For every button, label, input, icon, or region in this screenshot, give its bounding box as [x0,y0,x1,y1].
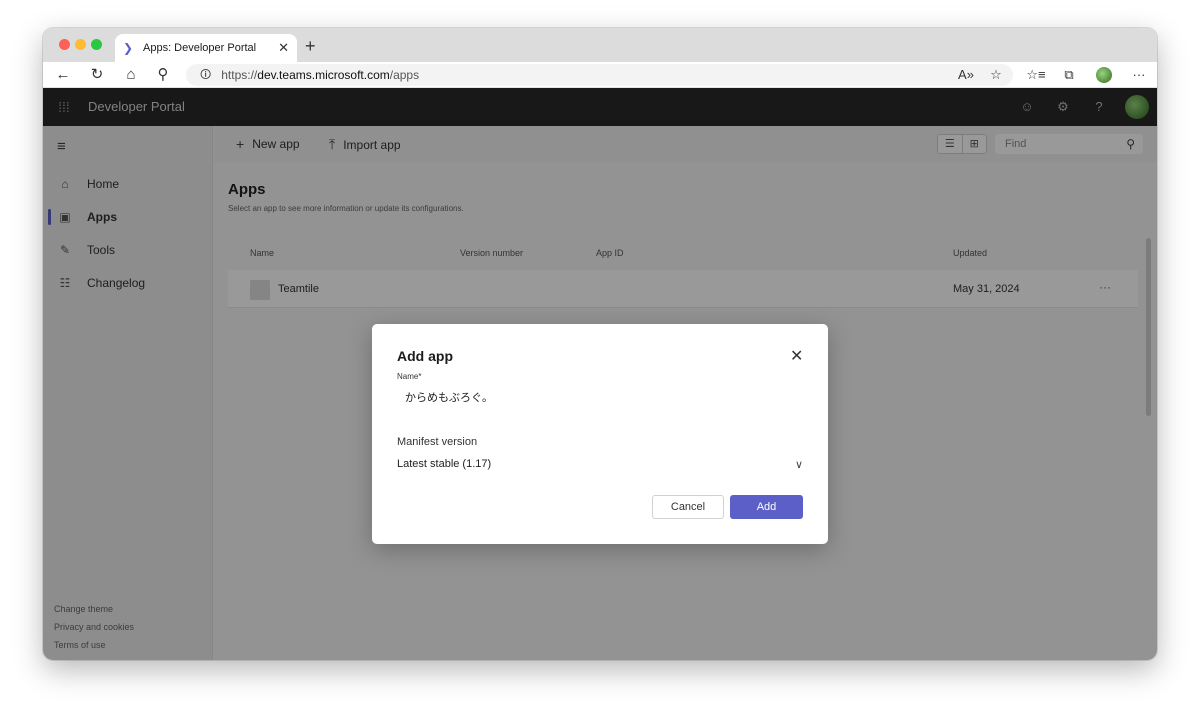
url-host: dev.teams.microsoft.com [257,68,390,82]
minimize-window-button[interactable] [75,39,86,50]
tab-title: Apps: Developer Portal [143,42,257,54]
url-field[interactable]: 🛈 https://dev.teams.microsoft.com/apps [186,64,1013,86]
teams-favicon-icon: ❯ [123,41,134,55]
name-label-text: Name [397,372,419,381]
name-field-label: Name* [397,372,421,381]
required-marker: * [418,372,422,381]
manifest-selected-value: Latest stable (1.17) [397,458,492,470]
zoom-window-button[interactable] [91,39,102,50]
favorite-star-icon[interactable]: ☆ [986,65,1006,85]
close-icon[interactable]: ✕ [790,346,803,366]
browser-tab[interactable]: ❯ Apps: Developer Portal ✕ [115,34,297,62]
chevron-down-icon: ∨ [794,459,803,471]
close-window-button[interactable] [59,39,70,50]
favorites-list-icon[interactable]: ☆≡ [1026,65,1046,85]
address-bar-row: ← ↻ ⌂ ⚲ 🛈 https://dev.teams.microsoft.co… [43,62,1157,88]
add-button[interactable]: Add [730,495,803,519]
read-aloud-icon[interactable]: A» [956,65,976,85]
manifest-version-select[interactable]: Latest stable (1.17) ∨ [397,458,803,478]
cancel-button[interactable]: Cancel [652,495,724,519]
more-menu-icon[interactable]: ··· [1129,65,1149,85]
home-icon[interactable]: ⌂ [121,65,141,85]
tab-strip: ❯ Apps: Developer Portal ✕ + [43,28,1157,62]
app-name-input[interactable] [397,386,803,408]
tab-close-icon[interactable]: ✕ [278,40,289,56]
browser-profile-avatar[interactable] [1096,67,1112,83]
collections-icon[interactable]: ⧉ [1059,65,1079,85]
search-icon[interactable]: ⚲ [153,65,173,85]
dialog-title: Add app [397,348,453,364]
back-icon[interactable]: ← [53,65,73,85]
new-tab-icon[interactable]: + [305,36,316,57]
site-info-icon[interactable]: 🛈 [200,66,211,85]
url-path: /apps [389,68,420,82]
refresh-icon[interactable]: ↻ [87,65,107,85]
add-app-dialog: Add app ✕ Name* Manifest version Latest … [372,324,828,544]
url-prefix: https:// [221,68,258,82]
manifest-version-label: Manifest version [397,436,478,448]
app-area: ⁞⁞⁞ Developer Portal ☺ ⚙ ? ≡ ⌂ Home ▣ Ap… [43,88,1157,660]
browser-window: ❯ Apps: Developer Portal ✕ + ← ↻ ⌂ ⚲ 🛈 h… [43,28,1157,660]
